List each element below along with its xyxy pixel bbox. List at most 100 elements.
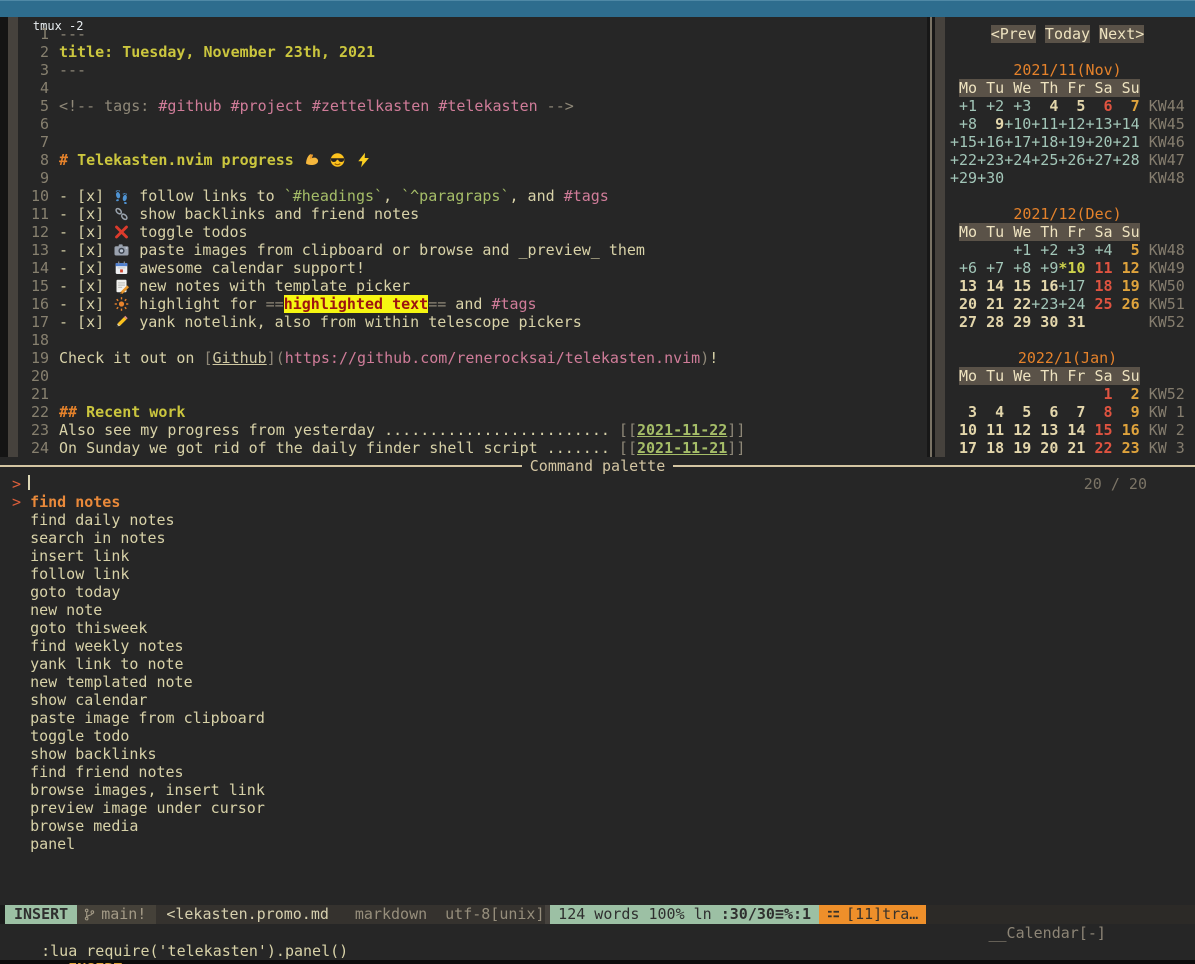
palette-item[interactable]: browse media [0, 817, 1195, 835]
calendar-day[interactable]: 16 [1113, 421, 1140, 439]
calendar-day[interactable]: 20 [1031, 439, 1058, 457]
calendar-day[interactable]: +24 [1058, 295, 1085, 313]
calendar-day[interactable]: 22 [1085, 439, 1112, 457]
next-button[interactable]: Next> [1099, 25, 1144, 43]
editor-pane[interactable]: 1---2title: Tuesday, November 23th, 2021… [18, 17, 927, 457]
calendar-day[interactable]: 7 [1113, 97, 1140, 115]
calendar-day[interactable]: 9 [1113, 403, 1140, 421]
calendar-day[interactable]: 4 [977, 403, 1004, 421]
calendar-day[interactable]: +6 [950, 259, 977, 277]
calendar-day[interactable]: 14 [977, 277, 1004, 295]
calendar-day[interactable]: 22 [1004, 295, 1031, 313]
calendar-day[interactable]: +21 [1113, 133, 1140, 151]
palette-item[interactable]: find daily notes [0, 511, 1195, 529]
calendar-day[interactable]: 27 [950, 313, 977, 331]
calendar-day[interactable]: +19 [1058, 133, 1085, 151]
calendar-day[interactable]: 19 [1004, 439, 1031, 457]
palette-item[interactable]: paste image from clipboard [0, 709, 1195, 727]
calendar-day[interactable]: 11 [977, 421, 1004, 439]
palette-item[interactable]: search in notes [0, 529, 1195, 547]
calendar-day[interactable]: 5 [1058, 97, 1085, 115]
prev-button[interactable]: <Prev [991, 25, 1036, 43]
calendar-day[interactable]: 13 [950, 277, 977, 295]
calendar-day[interactable]: +14 [1113, 115, 1140, 133]
calendar-day[interactable]: 18 [977, 439, 1004, 457]
calendar-day[interactable]: 17 [950, 439, 977, 457]
palette-item[interactable]: new templated note [0, 673, 1195, 691]
calendar-day[interactable]: 7 [1058, 403, 1085, 421]
calendar-day[interactable]: 2 [1113, 385, 1140, 403]
calendar-day[interactable]: +23 [1031, 295, 1058, 313]
calendar-day[interactable]: 1 [1085, 385, 1112, 403]
palette-item[interactable]: toggle todo [0, 727, 1195, 745]
calendar-day[interactable]: +17 [1004, 133, 1031, 151]
calendar-day[interactable]: 10 [950, 421, 977, 439]
palette-item[interactable]: find friend notes [0, 763, 1195, 781]
calendar-day[interactable]: 6 [1031, 403, 1058, 421]
palette-prompt[interactable]: > 20 / 20 [0, 475, 1195, 493]
palette-item[interactable]: preview image under cursor [0, 799, 1195, 817]
link[interactable]: 2021-11-21 [637, 439, 727, 457]
calendar-day[interactable]: 4 [1031, 97, 1058, 115]
palette-item[interactable]: panel [0, 835, 1195, 853]
calendar-day[interactable]: 19 [1113, 277, 1140, 295]
calendar-day[interactable]: +3 [1058, 241, 1085, 259]
calendar-day[interactable]: 16 [1031, 277, 1058, 295]
calendar-day[interactable]: +11 [1031, 115, 1058, 133]
calendar-day[interactable]: 31 [1058, 313, 1085, 331]
palette-item[interactable]: insert link [0, 547, 1195, 565]
palette-item[interactable]: show backlinks [0, 745, 1195, 763]
calendar-day[interactable]: +3 [1004, 97, 1031, 115]
calendar-day[interactable]: +8 [950, 115, 977, 133]
calendar-day[interactable]: 20 [950, 295, 977, 313]
calendar-day[interactable]: +28 [1113, 151, 1140, 169]
calendar-day[interactable]: 21 [1058, 439, 1085, 457]
calendar-day[interactable]: 25 [1085, 295, 1112, 313]
calendar-day[interactable]: +10 [1004, 115, 1031, 133]
calendar-day[interactable]: 23 [1113, 439, 1140, 457]
calendar-day[interactable]: 14 [1058, 421, 1085, 439]
calendar-day[interactable]: 11 [1085, 259, 1112, 277]
editor-scrollbar[interactable] [8, 17, 18, 457]
calendar-day[interactable]: 5 [1004, 403, 1031, 421]
calendar-day[interactable]: +29 [950, 169, 977, 187]
link[interactable]: Github [213, 349, 267, 367]
calendar-day[interactable]: 3 [950, 403, 977, 421]
calendar-day[interactable]: +15 [950, 133, 977, 151]
calendar-day[interactable]: +13 [1085, 115, 1112, 133]
calendar-day[interactable]: +20 [1085, 133, 1112, 151]
calendar-day[interactable]: +18 [1031, 133, 1058, 151]
today-button[interactable]: Today [1045, 25, 1090, 43]
calendar-day[interactable]: +7 [977, 259, 1004, 277]
calendar-day[interactable]: +2 [977, 97, 1004, 115]
calendar-day[interactable]: 12 [1004, 421, 1031, 439]
calendar-day[interactable]: 21 [977, 295, 1004, 313]
calendar-day[interactable]: 13 [1031, 421, 1058, 439]
palette-item[interactable]: goto today [0, 583, 1195, 601]
calendar-day[interactable]: +17 [1058, 277, 1085, 295]
calendar-day[interactable]: 5 [1113, 241, 1140, 259]
calendar-day[interactable]: +27 [1085, 151, 1112, 169]
calendar-day[interactable]: +8 [1004, 259, 1031, 277]
calendar-day[interactable]: *10 [1058, 259, 1085, 277]
calendar-day[interactable]: +22 [950, 151, 977, 169]
calendar-day[interactable]: 30 [1031, 313, 1058, 331]
calendar-day[interactable]: +24 [1004, 151, 1031, 169]
calendar-day[interactable]: +9 [1031, 259, 1058, 277]
calendar-day[interactable]: +16 [977, 133, 1004, 151]
calendar-day[interactable]: 26 [1113, 295, 1140, 313]
calendar-day[interactable]: +26 [1058, 151, 1085, 169]
palette-item[interactable]: show calendar [0, 691, 1195, 709]
link[interactable]: 2021-11-22 [637, 421, 727, 439]
calendar-day[interactable]: +25 [1031, 151, 1058, 169]
palette-item[interactable]: browse images, insert link [0, 781, 1195, 799]
palette-item[interactable]: yank link to note [0, 655, 1195, 673]
buffer-tab-active[interactable]: [11]tra… [819, 905, 926, 924]
calendar-day[interactable]: +1 [950, 97, 977, 115]
calendar-day[interactable]: +30 [977, 169, 1004, 187]
calendar-day[interactable]: 29 [1004, 313, 1031, 331]
calendar-day[interactable]: 18 [1085, 277, 1112, 295]
calendar-day[interactable]: 8 [1085, 403, 1112, 421]
calendar-day[interactable]: +2 [1031, 241, 1058, 259]
calendar-day[interactable]: 12 [1113, 259, 1140, 277]
